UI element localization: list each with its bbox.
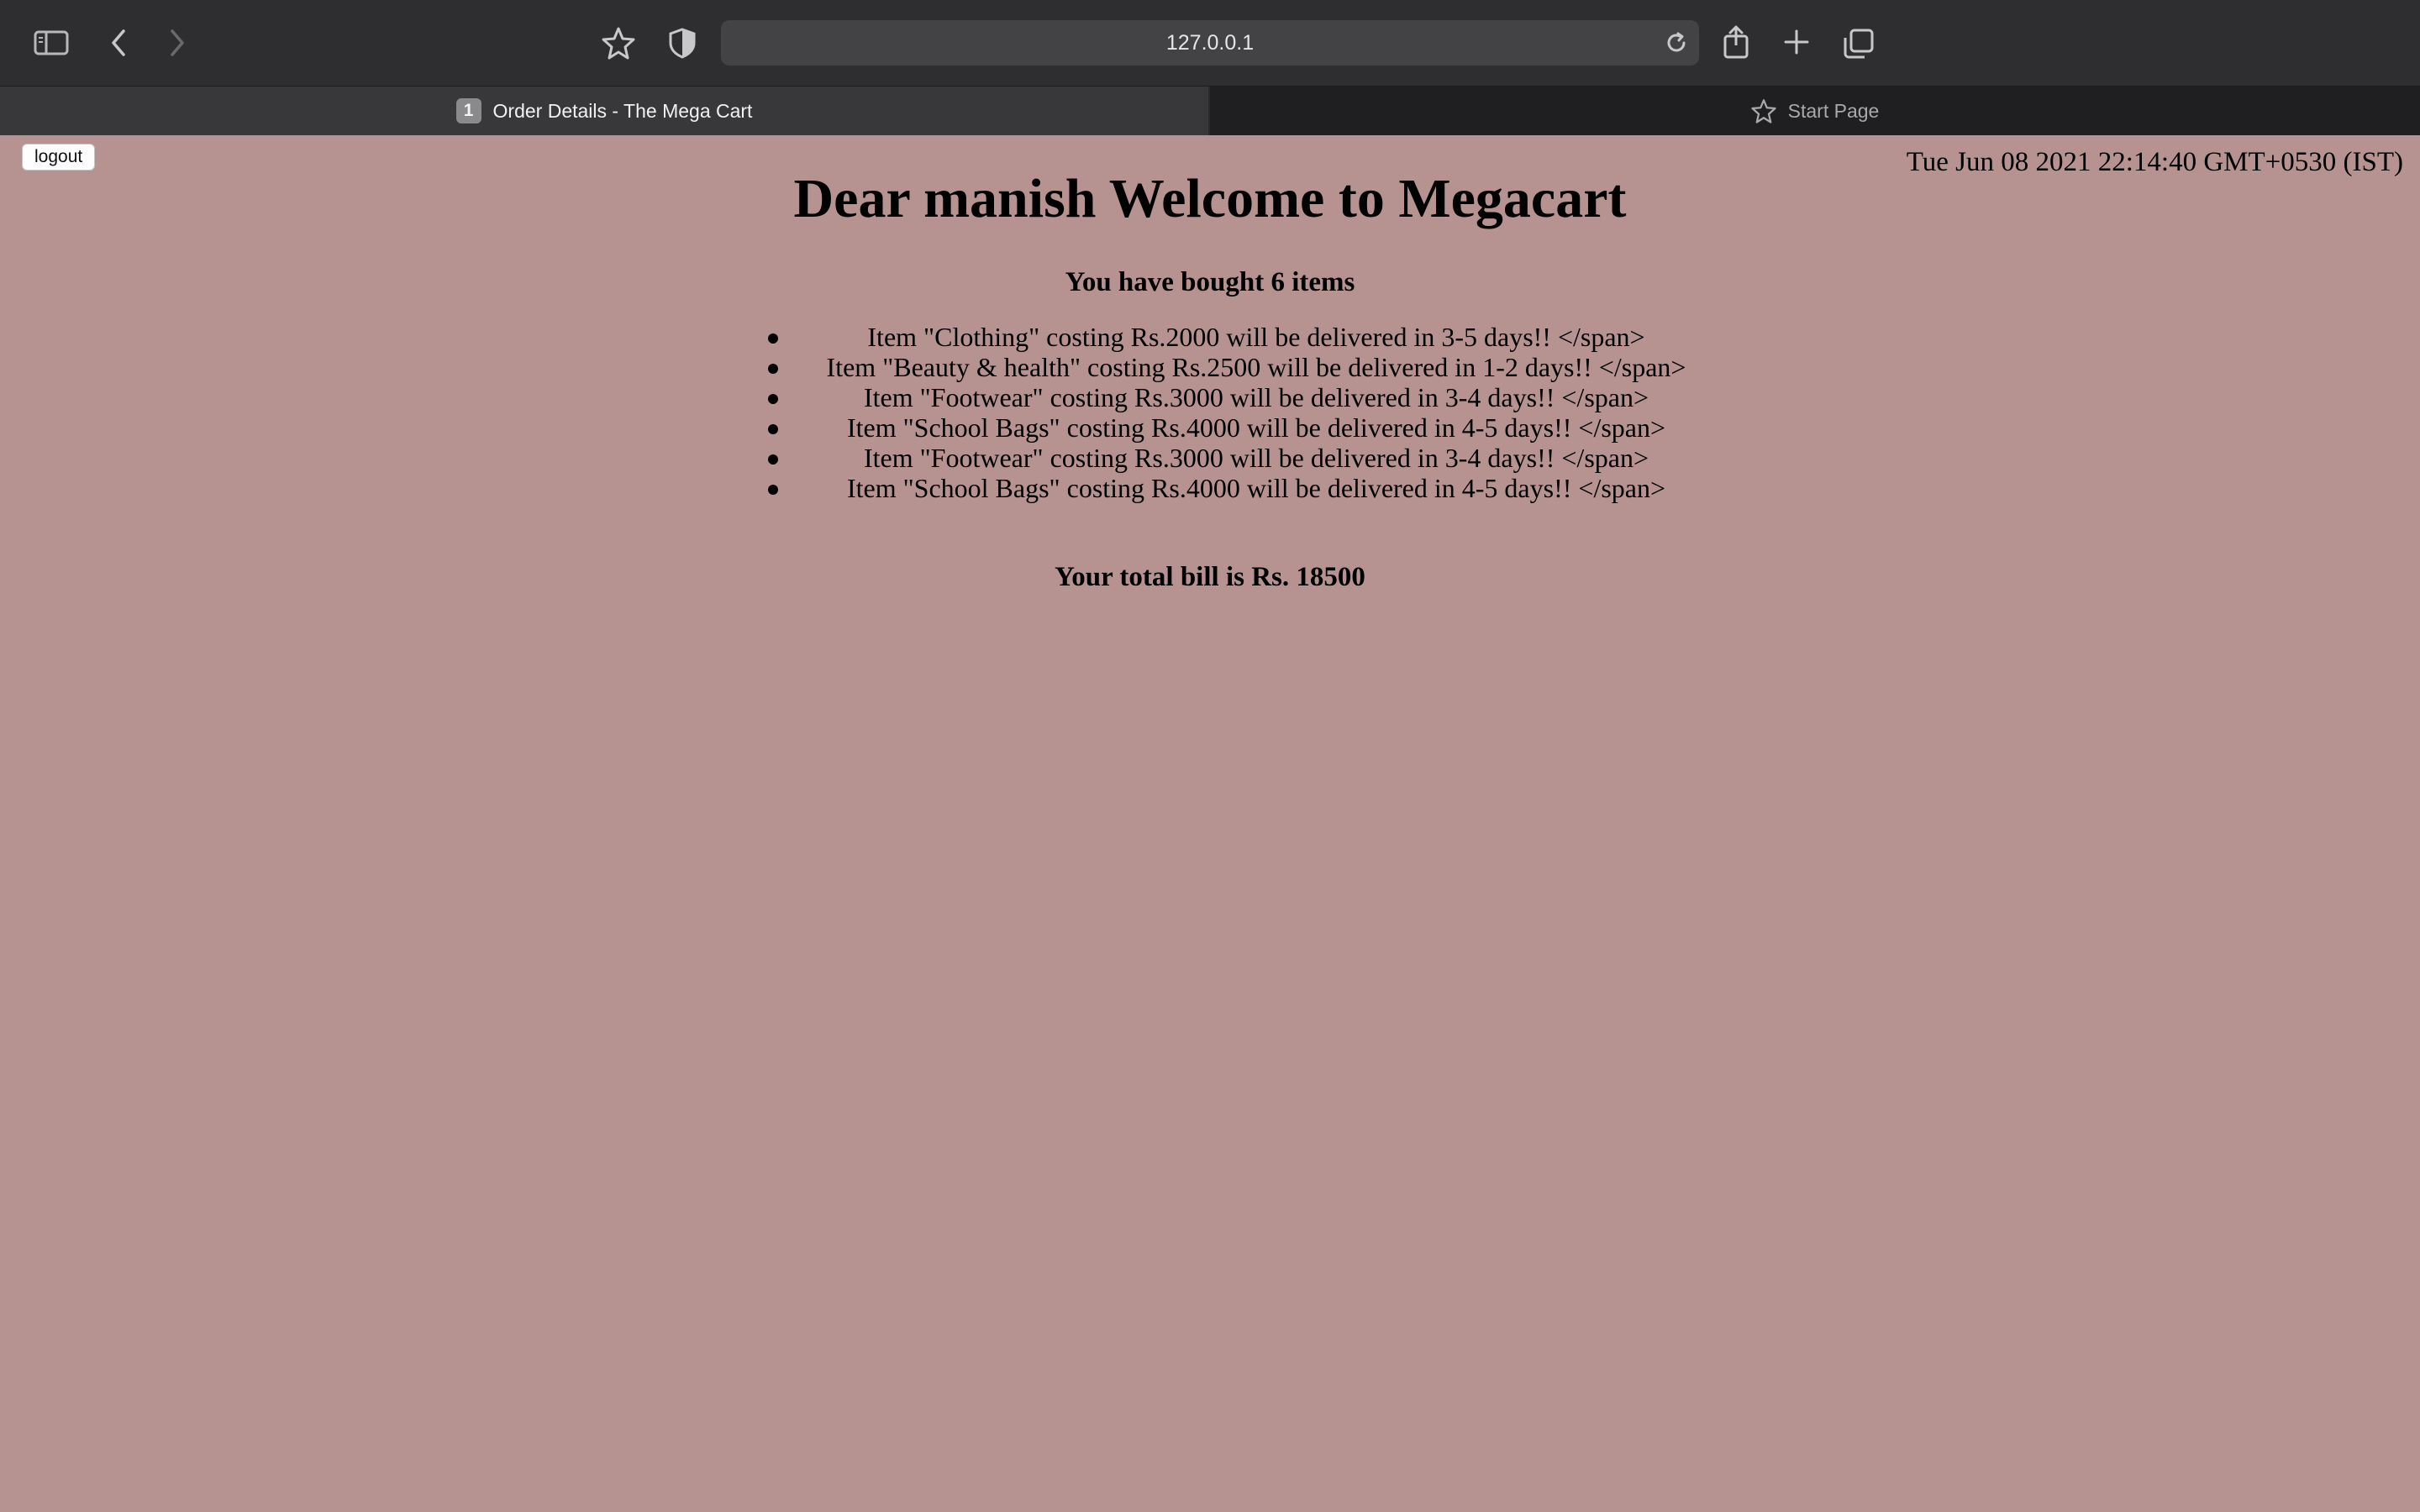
- tab-label: Order Details - The Mega Cart: [492, 99, 753, 122]
- reload-icon[interactable]: [1664, 30, 1689, 60]
- page-title: Dear manish Welcome to Megacart: [793, 168, 1627, 229]
- new-tab-plus-icon[interactable]: [1781, 27, 1812, 57]
- total-bill: Your total bill is Rs. 18500: [1055, 562, 1365, 592]
- bullet-icon: [768, 485, 778, 495]
- tab-order-details[interactable]: 1 Order Details - The Mega Cart: [0, 87, 1210, 135]
- address-bar[interactable]: 127.0.0.1: [721, 20, 1699, 66]
- tab-bar: 1 Order Details - The Mega Cart Start Pa…: [0, 87, 2420, 135]
- bullet-icon: [768, 454, 778, 465]
- share-icon[interactable]: [1721, 24, 1751, 60]
- tab-start-page[interactable]: Start Page: [1210, 87, 2420, 135]
- bullet-icon: [768, 424, 778, 434]
- list-item: Item "School Bags" costing Rs.4000 will …: [765, 473, 1748, 503]
- list-item-text: Item "Footwear" costing Rs.3000 will be …: [863, 382, 1649, 412]
- list-item-text: Item "Beauty & health" costing Rs.2500 w…: [826, 352, 1686, 382]
- list-item-text: Item "School Bags" costing Rs.4000 will …: [846, 412, 1666, 443]
- browser-toolbar: 127.0.0.1: [0, 0, 2420, 87]
- forward-icon[interactable]: [163, 27, 192, 59]
- bookmark-star-icon[interactable]: [600, 24, 637, 61]
- privacy-shield-icon[interactable]: [666, 25, 699, 60]
- list-item: Item "Footwear" costing Rs.3000 will be …: [765, 382, 1748, 412]
- list-item: Item "School Bags" costing Rs.4000 will …: [765, 412, 1748, 443]
- star-icon: [1751, 98, 1776, 123]
- list-item-text: Item "Clothing" costing Rs.2000 will be …: [867, 322, 1645, 352]
- tab-overview-icon[interactable]: [1842, 27, 1876, 60]
- url-text: 127.0.0.1: [1165, 30, 1255, 55]
- tab-label: Start Page: [1787, 99, 1880, 122]
- sidebar-toggle-icon[interactable]: [32, 27, 71, 59]
- bullet-icon: [768, 394, 778, 404]
- list-item: Item "Beauty & health" costing Rs.2500 w…: [765, 352, 1748, 382]
- items-count-heading: You have bought 6 items: [1065, 267, 1355, 297]
- page-content: logout Tue Jun 08 2021 22:14:40 GMT+0530…: [0, 135, 2420, 1512]
- list-item-text: Item "Footwear" costing Rs.3000 will be …: [863, 443, 1649, 473]
- bullet-icon: [768, 333, 778, 344]
- purchased-items-list: Item "Clothing" costing Rs.2000 will be …: [765, 322, 1748, 503]
- back-icon[interactable]: [104, 27, 133, 59]
- list-item: Item "Footwear" costing Rs.3000 will be …: [765, 443, 1748, 473]
- bullet-icon: [768, 364, 778, 374]
- list-item-text: Item "School Bags" costing Rs.4000 will …: [846, 473, 1666, 503]
- list-item: Item "Clothing" costing Rs.2000 will be …: [765, 322, 1748, 352]
- tab-number-badge: 1: [455, 98, 481, 123]
